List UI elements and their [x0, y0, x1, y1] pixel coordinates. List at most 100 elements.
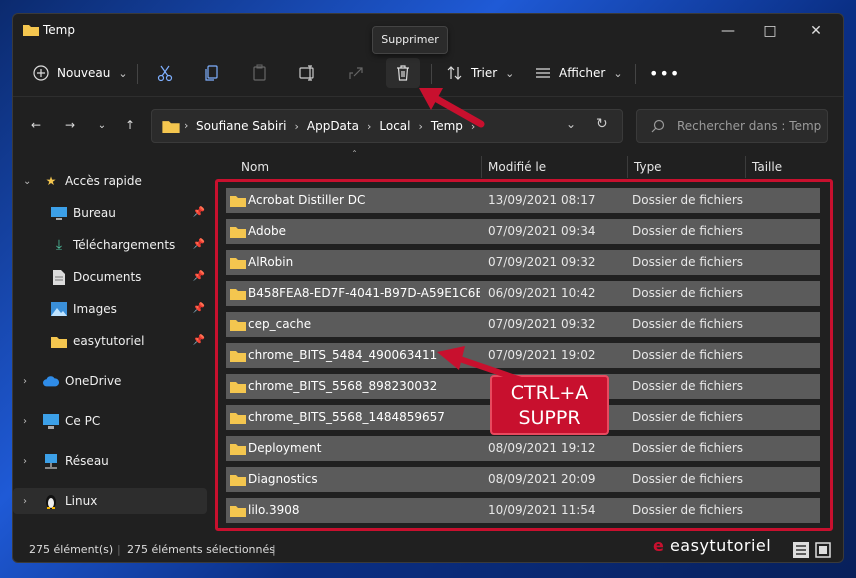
column-header-type[interactable]: Type — [634, 154, 662, 180]
search-input[interactable]: Rechercher dans : Temp — [636, 109, 828, 143]
chevron-right-icon: › — [366, 119, 372, 133]
sidebar-item-reseau[interactable]: › Réseau — [13, 448, 207, 474]
pin-icon: 📌 — [192, 303, 205, 314]
table-row[interactable]: Diagnostics 08/09/2021 20:09 Dossier de fi… — [226, 467, 820, 492]
chevron-down-icon: ⌄ — [118, 66, 128, 80]
column-separator[interactable] — [627, 156, 628, 178]
item-count: 275 élément(s) — [29, 543, 114, 556]
address-bar[interactable]: › Soufiane Sabiri › AppData › Local › Te… — [151, 109, 623, 143]
file-type: Dossier de fichiers — [632, 286, 744, 300]
close-button[interactable]: ✕ — [799, 20, 833, 42]
pin-icon: 📌 — [192, 207, 205, 218]
table-row[interactable]: B458FEA8-ED7F-4041-B97D-A59E1C6B3B7F 06/0… — [226, 281, 820, 306]
sort-indicator-icon: ˆ — [352, 150, 357, 161]
table-row[interactable]: lilo.3908 10/09/2021 11:54 Dossier de fich… — [226, 498, 820, 523]
sidebar-item-ce-pc[interactable]: › Ce PC — [13, 408, 207, 434]
forward-button[interactable]: → — [59, 114, 81, 136]
divider — [137, 64, 138, 84]
breadcrumb-item[interactable]: Local — [379, 119, 410, 133]
view-button[interactable]: Afficher ⌄ — [535, 58, 623, 88]
copy-icon — [205, 65, 218, 81]
column-separator[interactable] — [481, 156, 482, 178]
star-icon: ★ — [45, 174, 57, 188]
callout-line: SUPPR — [518, 407, 581, 429]
file-date: 08/09/2021 20:09 — [488, 472, 596, 486]
paste-icon — [253, 64, 266, 81]
share-icon — [349, 67, 363, 79]
file-date: 07/09/2021 09:32 — [488, 317, 596, 331]
sidebar-item-bureau[interactable]: Bureau 📌 — [13, 200, 207, 226]
recent-locations-button[interactable]: ⌄ — [91, 114, 113, 136]
breadcrumb-item[interactable]: AppData — [307, 119, 359, 133]
image-icon — [51, 301, 67, 317]
minimize-button[interactable]: — — [711, 20, 745, 42]
divider: | — [272, 543, 276, 556]
sidebar-item-easytutoriel[interactable]: easytutoriel 📌 — [13, 328, 207, 354]
sidebar-item-documents[interactable]: Documents 📌 — [13, 264, 207, 290]
document-icon — [51, 269, 67, 285]
file-name: cep_cache — [248, 317, 312, 331]
table-row[interactable]: Adobe 07/09/2021 09:34 Dossier de fichiers — [226, 219, 820, 244]
paste-button[interactable] — [247, 60, 273, 86]
sidebar-item-linux[interactable]: › Linux — [13, 488, 207, 514]
folder-icon — [230, 506, 246, 517]
more-options-button[interactable]: ••• — [649, 58, 680, 88]
pointer-arrow — [419, 88, 485, 128]
file-date: 07/09/2021 09:32 — [488, 255, 596, 269]
details-view-icon[interactable] — [793, 542, 809, 561]
column-header-name[interactable]: Nom — [241, 154, 269, 180]
table-row[interactable]: cep_cache 07/09/2021 09:32 Dossier de fich… — [226, 312, 820, 337]
table-row[interactable]: Deployment 08/09/2021 19:12 Dossier de fic… — [226, 436, 820, 461]
table-row[interactable]: AlRobin 07/09/2021 09:32 Dossier de fichie… — [226, 250, 820, 275]
trash-icon — [397, 65, 409, 81]
cut-button[interactable] — [152, 60, 178, 86]
sidebar-item-images[interactable]: Images 📌 — [13, 296, 207, 322]
view-list-icon — [536, 68, 550, 78]
sidebar-item-onedrive[interactable]: › OneDrive — [13, 368, 207, 394]
column-header-size[interactable]: Taille — [752, 154, 782, 180]
file-type: Dossier de fichiers — [632, 255, 744, 269]
sidebar-item-telechargements[interactable]: ⤓ Téléchargements 📌 — [13, 232, 207, 258]
up-button[interactable]: ↑ — [119, 114, 141, 136]
folder-icon — [230, 351, 246, 362]
folder-icon — [230, 382, 246, 393]
table-row[interactable]: Acrobat Distiller DC 13/09/2021 08:17 Doss… — [226, 188, 820, 213]
breadcrumb-item[interactable]: Soufiane Sabiri — [196, 119, 286, 133]
search-placeholder: Rechercher dans : Temp — [677, 119, 822, 133]
divider — [635, 64, 636, 84]
back-button[interactable]: ← — [25, 114, 47, 136]
column-header-modified[interactable]: Modifié le — [488, 154, 546, 180]
file-name: Acrobat Distiller DC — [248, 193, 366, 207]
plus-circle-icon — [33, 65, 49, 81]
file-type: Dossier de fichiers — [632, 441, 744, 455]
new-label: Nouveau — [57, 66, 111, 80]
file-name: lilo.3908 — [248, 503, 300, 517]
sort-label: Trier — [471, 66, 498, 80]
copy-button[interactable] — [199, 60, 225, 86]
folder-icon — [230, 320, 246, 331]
chevron-right-icon: › — [23, 415, 27, 427]
maximize-button[interactable]: □ — [753, 20, 787, 42]
rename-button[interactable] — [295, 60, 321, 86]
pin-icon: 📌 — [192, 335, 205, 346]
network-icon — [43, 453, 59, 469]
folder-icon — [230, 475, 246, 486]
file-date: 07/09/2021 09:34 — [488, 224, 596, 238]
tiles-view-icon[interactable] — [815, 542, 831, 561]
more-icon: ••• — [649, 63, 681, 83]
folder-icon — [162, 121, 180, 133]
folder-icon — [23, 25, 39, 36]
file-date: 06/09/2021 10:42 — [488, 286, 596, 300]
brand-name: easytutoriel — [669, 536, 772, 555]
sidebar-item-quick-access[interactable]: ⌄ ★ Accès rapide — [13, 168, 207, 194]
penguin-icon — [43, 493, 59, 509]
file-type: Dossier de fichiers — [632, 379, 744, 393]
column-separator[interactable] — [745, 156, 746, 178]
share-button[interactable] — [343, 60, 369, 86]
new-button[interactable]: Nouveau ⌄ — [33, 58, 128, 88]
file-type: Dossier de fichiers — [632, 317, 744, 331]
chevron-down-icon[interactable]: ⌄ — [566, 117, 576, 131]
folder-icon — [230, 413, 246, 424]
folder-icon — [230, 258, 246, 269]
refresh-icon[interactable]: ↻ — [596, 116, 608, 132]
